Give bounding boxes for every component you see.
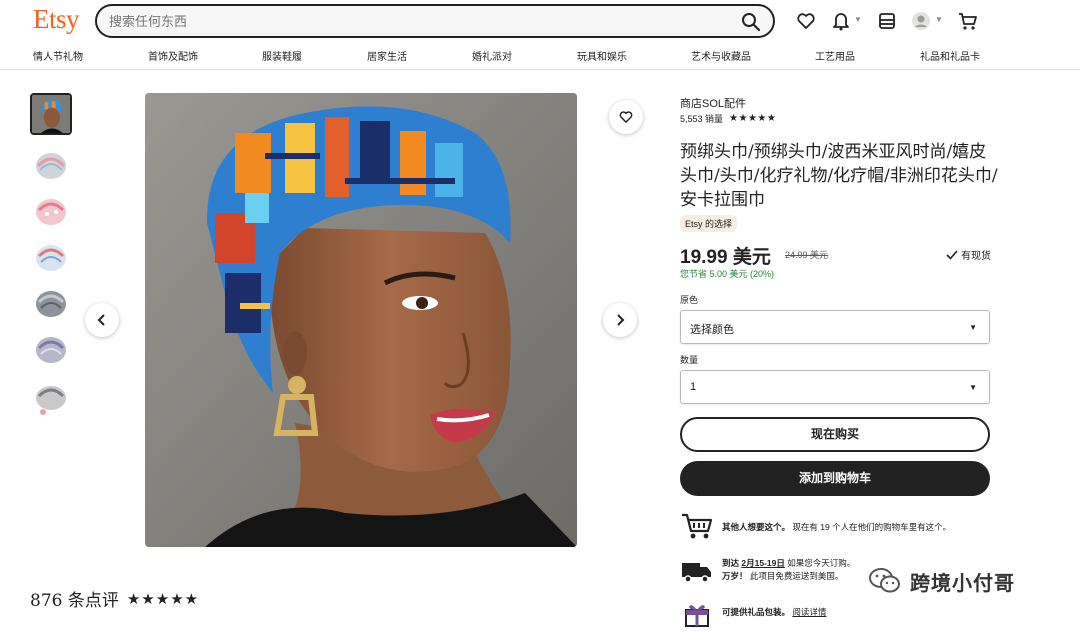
thumbnail-image[interactable] — [30, 236, 72, 278]
shop-manager-icon[interactable] — [876, 10, 898, 32]
gift-text: 可提供礼品包装。 — [722, 607, 791, 617]
wechat-icon — [869, 568, 900, 593]
busy-cart-icon — [682, 513, 713, 539]
nav-item-home[interactable]: 居家生活 — [367, 48, 407, 63]
gift-details-link[interactable]: 阅读详情 — [792, 607, 826, 617]
nav-item-art[interactable]: 艺术与收藏品 — [691, 48, 751, 63]
gift-icon — [685, 605, 709, 627]
site-header: Etsy ▼ ▼ — [0, 0, 1080, 40]
thumbnail-image[interactable] — [30, 328, 72, 370]
watermark-text: 跨境小付哥 — [910, 572, 1015, 595]
nav-item-toys[interactable]: 玩具和娱乐 — [577, 48, 627, 63]
nav-item-clothing[interactable]: 服装鞋履 — [262, 48, 302, 63]
demand-info: 其他人想要这个。 现在有 19 个人在他们的购物车里有这个。 — [680, 511, 951, 541]
thumbnail-image[interactable] — [30, 93, 72, 135]
delivery-dates-link[interactable]: 2月15-19日 — [741, 558, 784, 568]
chevron-right-icon — [617, 314, 625, 326]
chevron-left-icon — [97, 314, 105, 326]
chevron-down-icon: ▼ — [969, 323, 977, 332]
quantity-label: 数量 — [680, 355, 699, 365]
heart-icon — [619, 111, 633, 123]
delivery-text: 如果您今天订购。 — [787, 558, 856, 568]
nav-item-craft[interactable]: 工艺用品 — [815, 48, 855, 63]
shop-name-link[interactable]: 商店SOL配件 — [680, 95, 746, 111]
heart-icon[interactable] — [795, 10, 817, 32]
original-price: 24.99 美元 — [785, 250, 829, 260]
free-shipping-text: 此项目免费运送到美国。 — [749, 571, 844, 581]
color-select[interactable]: 选择颜色 ▼ — [680, 310, 990, 344]
saving-text: 您节省 5.00 美元 (20%) — [680, 269, 775, 279]
nav-item-wedding[interactable]: 婚礼派对 — [472, 48, 512, 63]
search-icon[interactable] — [741, 12, 761, 32]
demand-text: 现在有 19 个人在他们的购物车里有这个。 — [792, 522, 952, 532]
sales-count: 5,553 销量 — [680, 114, 724, 124]
delivery-label: 到达 — [722, 558, 740, 568]
search-bar[interactable] — [95, 4, 775, 38]
delivery-info: 到达 2月15-19日 如果您今天订购。 万岁！ 此项目免费运送到美国。 — [680, 557, 855, 587]
in-stock-status: 有现货 — [946, 247, 991, 262]
product-title: 预绑头巾/预绑头巾/波西米亚风时尚/嬉皮头巾/头巾/化疗礼物/化疗帽/非洲印花头… — [680, 142, 998, 210]
delivery-hooray: 万岁！ — [722, 571, 748, 581]
thumbnail-image[interactable] — [30, 190, 72, 232]
reviews-summary: 876 条点评 ★★★★★ — [30, 586, 200, 612]
color-label: 原色 — [680, 295, 699, 305]
bell-icon[interactable] — [830, 10, 852, 32]
buy-now-button[interactable]: 现在购买 — [680, 417, 990, 452]
category-nav: 情人节礼物 首饰及配饰 服装鞋履 居家生活 婚礼派对 玩具和娱乐 艺术与收藏品 … — [0, 44, 1080, 70]
quantity-select[interactable]: 1 ▼ — [680, 370, 990, 404]
color-select-value: 选择颜色 — [690, 324, 734, 336]
etsy-pick-badge[interactable]: Etsy 的选择 — [680, 215, 738, 232]
chevron-down-icon: ▼ — [969, 383, 977, 392]
product-price: 19.99 美元 — [680, 247, 771, 268]
avatar[interactable] — [910, 10, 932, 32]
demand-bold: 其他人想要这个。 — [722, 522, 791, 532]
shop-rating-stars[interactable]: ★★★★★ — [729, 113, 776, 124]
product-image[interactable] — [145, 93, 577, 547]
search-input[interactable] — [109, 6, 729, 36]
cart-icon[interactable] — [957, 10, 979, 32]
nav-item-gifts[interactable]: 礼品和礼品卡 — [920, 48, 980, 63]
quantity-select-value: 1 — [690, 381, 697, 393]
thumbnail-image[interactable] — [30, 378, 72, 420]
favorite-button[interactable] — [609, 100, 643, 134]
shop-sales-row: 5,553 销量 ★★★★★ — [680, 112, 776, 125]
watermark: 跨境小付哥 — [868, 566, 1015, 596]
add-to-cart-button[interactable]: 添加到购物车 — [680, 461, 990, 496]
in-stock-label: 有现货 — [961, 251, 991, 262]
checkmark-icon — [946, 249, 958, 260]
reviews-count: 876 条点评 — [30, 591, 119, 611]
thumbnail-image[interactable] — [30, 144, 72, 186]
next-image-button[interactable] — [603, 303, 637, 337]
truck-icon — [682, 563, 711, 583]
chevron-down-icon[interactable]: ▼ — [854, 15, 862, 24]
nav-item-valentines[interactable]: 情人节礼物 — [33, 48, 83, 63]
chevron-down-icon[interactable]: ▼ — [935, 15, 943, 24]
nav-item-jewelry[interactable]: 首饰及配饰 — [148, 48, 198, 63]
gift-info: 可提供礼品包装。 阅读详情 — [680, 600, 826, 630]
thumbnail-image[interactable] — [30, 282, 72, 324]
reviews-rating-stars: ★★★★★ — [126, 590, 200, 608]
etsy-logo[interactable]: Etsy — [33, 4, 80, 35]
prev-image-button[interactable] — [85, 303, 119, 337]
